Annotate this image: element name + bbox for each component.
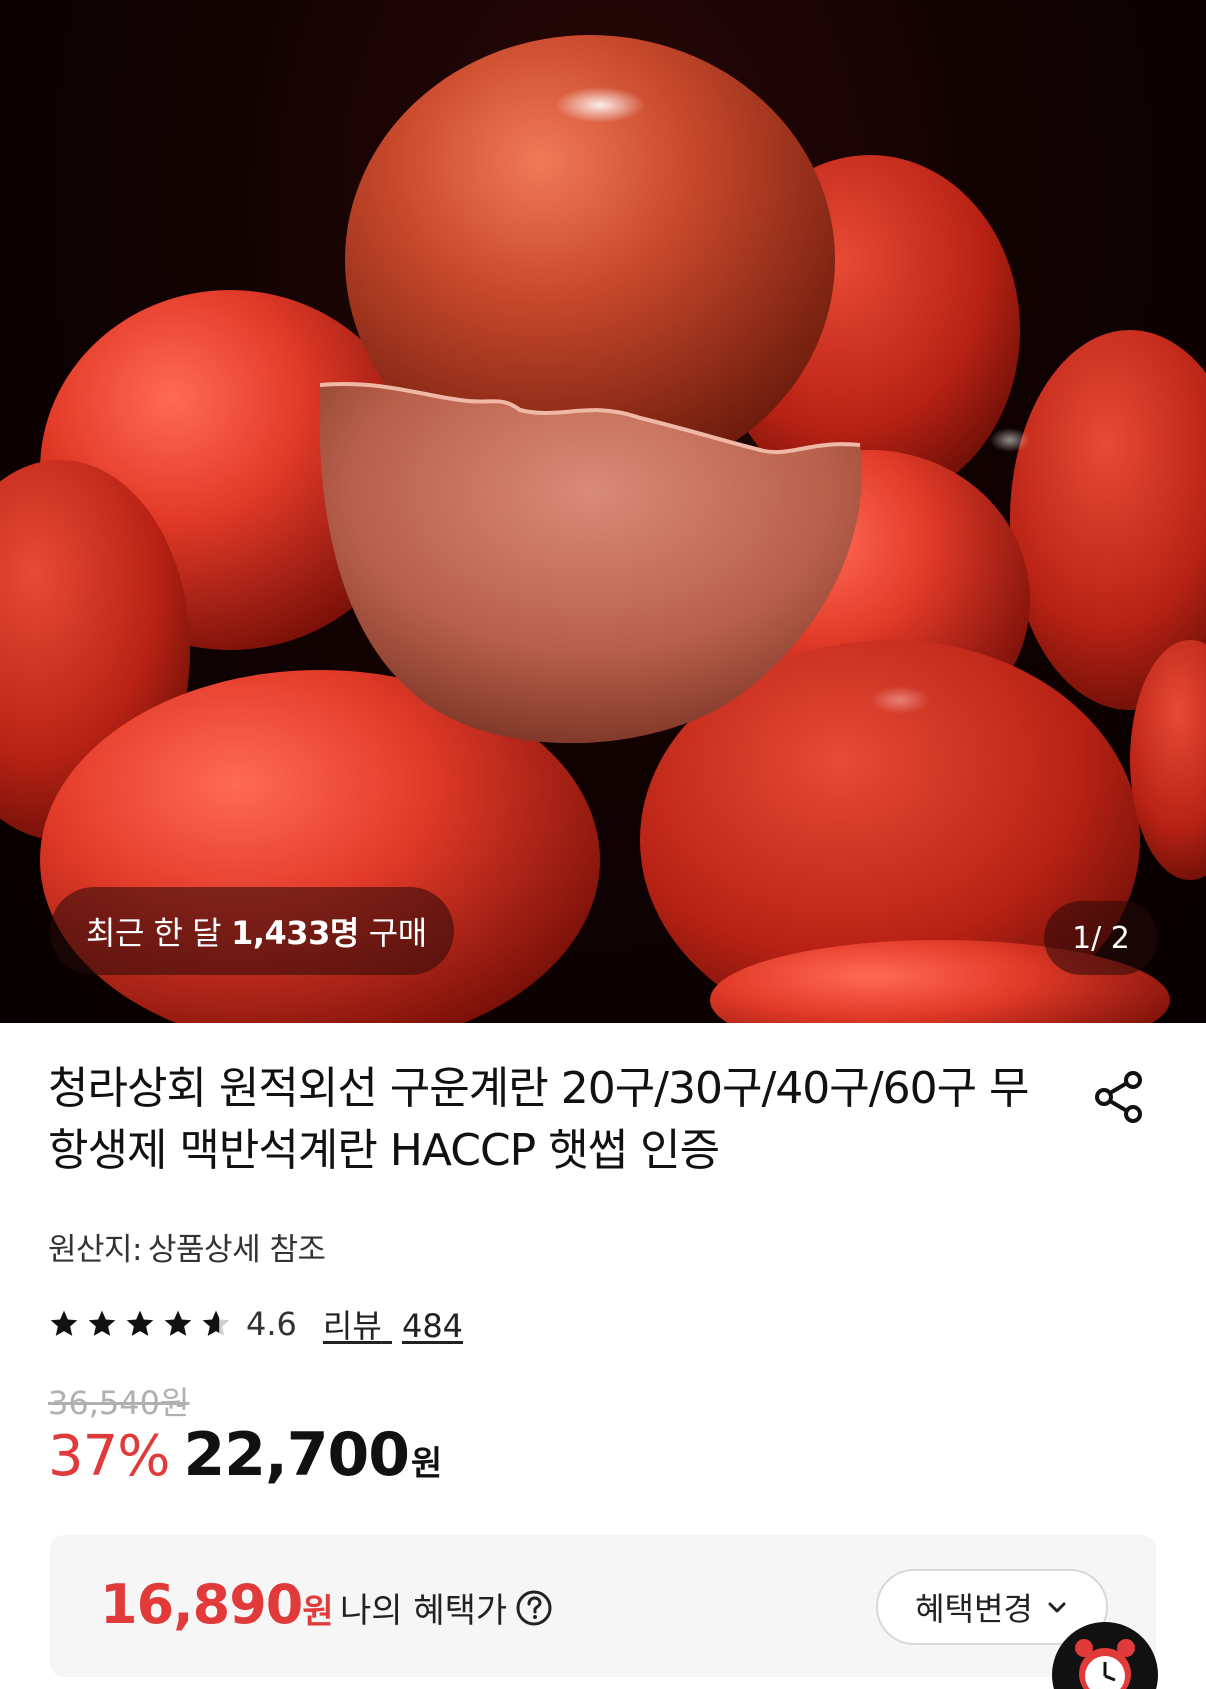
chevron-down-icon	[1048, 1602, 1066, 1613]
benefit-price-box: 16,890 원 나의 혜택가 혜택변경	[50, 1535, 1156, 1677]
buyers-prefix: 최근 한 달	[86, 914, 222, 952]
benefit-label: 나의 혜택가	[340, 1591, 508, 1631]
sale-price-unit: 원	[411, 1444, 443, 1484]
sale-price: 22,700	[183, 1420, 410, 1490]
star-full-icon	[50, 1310, 78, 1336]
product-title: 청라상회 원적외선 구운계란 20구/30구/40구/60구 무항생제 맥반석계…	[48, 1063, 1030, 1176]
original-price: 36,540원	[48, 1384, 190, 1422]
benefit-unit: 원	[302, 1592, 334, 1632]
origin-info: 원산지: 상품상세 참조	[48, 1224, 326, 1269]
buyers-count: 1,433명	[231, 914, 359, 952]
image-page-indicator: 1/ 2	[1044, 901, 1158, 975]
star-partial-icon	[202, 1310, 230, 1336]
benefit-price: 16,890 원	[100, 1573, 334, 1636]
buyers-suffix: 구매	[368, 914, 427, 952]
share-icon[interactable]	[1090, 1068, 1148, 1126]
review-count: 484	[401, 1307, 464, 1345]
rating-row: 4.6 리뷰 484	[48, 1302, 463, 1346]
alarm-clock-icon	[1075, 1639, 1135, 1689]
star-full-icon	[88, 1310, 116, 1336]
origin-value: 상품상세 참조	[148, 1232, 326, 1268]
review-link[interactable]: 리뷰 484	[323, 1301, 463, 1347]
benefit-amount: 16,890	[100, 1573, 303, 1636]
change-benefit-label: 혜택변경	[915, 1590, 1033, 1628]
recent-buyers-badge: 최근 한 달 1,433명 구매	[50, 887, 454, 975]
benefit-label-group: 나의 혜택가	[340, 1583, 553, 1632]
question-circle-icon[interactable]	[515, 1589, 553, 1627]
star-full-icon	[126, 1310, 154, 1336]
star-rating	[48, 1308, 232, 1340]
review-label: 리뷰	[322, 1307, 382, 1345]
discount-rate: 37%	[48, 1424, 170, 1489]
origin-label: 원산지:	[48, 1232, 143, 1268]
star-full-icon	[164, 1310, 192, 1336]
rating-value: 4.6	[246, 1305, 297, 1343]
product-image[interactable]: 최근 한 달 1,433명 구매 1/ 2	[0, 0, 1206, 1023]
eggs-illustration	[0, 35, 1206, 1023]
sale-price-row: 37% 22,700 원	[48, 1420, 442, 1490]
